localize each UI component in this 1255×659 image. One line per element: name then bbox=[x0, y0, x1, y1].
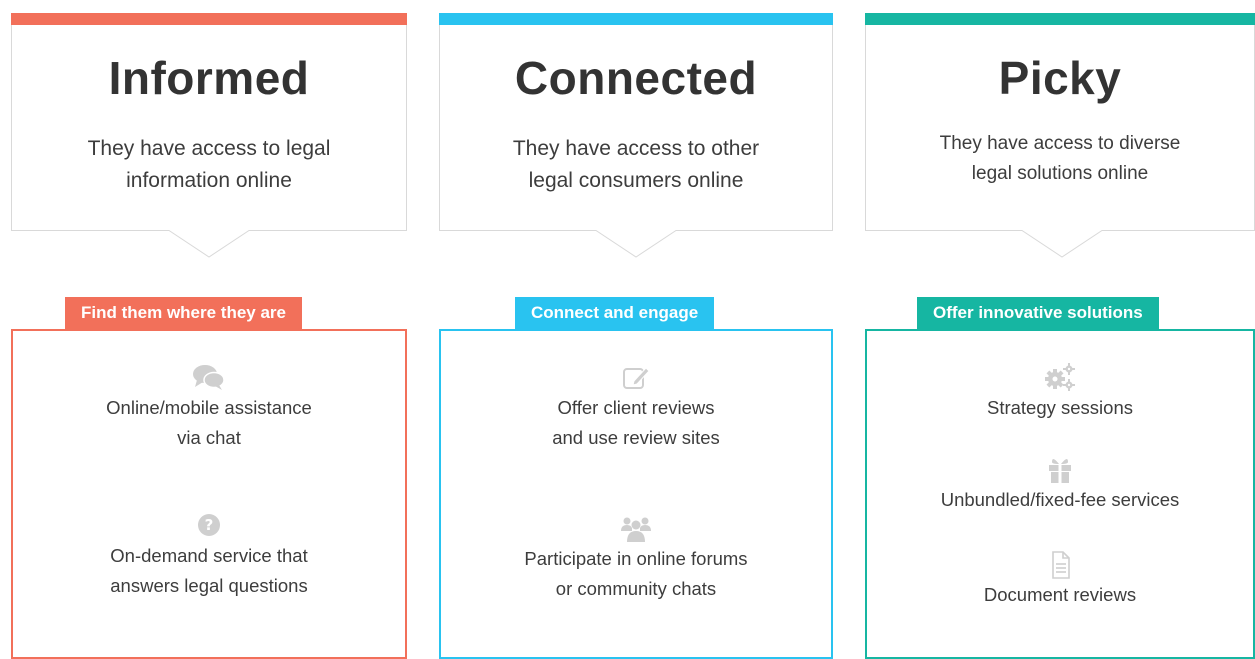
card-title: Informed bbox=[108, 52, 310, 104]
card-title: Connected bbox=[514, 52, 758, 104]
description-line: They have access to legal bbox=[87, 137, 331, 160]
chat-bubbles-icon bbox=[193, 365, 225, 390]
info-card: Picky They have access to diverse legal … bbox=[865, 13, 1255, 258]
description-line: They have access to diverse bbox=[939, 133, 1181, 154]
item-label: via chat bbox=[177, 427, 241, 448]
accent-bar bbox=[11, 13, 407, 25]
item-label: Offer client reviews bbox=[557, 397, 715, 418]
solution-item: Document reviews bbox=[867, 550, 1253, 610]
item-label: Unbundled/fixed-fee services bbox=[940, 489, 1180, 510]
item-label: Online/mobile assistance bbox=[106, 397, 312, 418]
item-label: On-demand service that bbox=[110, 545, 308, 566]
description-line: They have access to other bbox=[512, 137, 760, 160]
gears-icon bbox=[1045, 363, 1075, 391]
card-description: They have access to diverse legal soluti… bbox=[915, 129, 1205, 189]
section-tag: Offer innovative solutions bbox=[917, 297, 1159, 329]
item-label: Strategy sessions bbox=[986, 397, 1133, 418]
solution-item: ? On-demand service that answers legal q… bbox=[13, 511, 405, 601]
svg-text:?: ? bbox=[205, 516, 214, 534]
group-icon bbox=[621, 517, 651, 542]
card-title: Picky bbox=[998, 52, 1122, 104]
item-label: and use review sites bbox=[552, 427, 720, 448]
accent-bar bbox=[439, 13, 833, 25]
item-label: or community chats bbox=[555, 578, 717, 599]
document-icon bbox=[1052, 551, 1070, 579]
item-label: Participate in online forums bbox=[524, 548, 748, 569]
solutions-box: Online/mobile assistance via chat ? On-d… bbox=[11, 329, 407, 659]
solution-item: Participate in online forums or communit… bbox=[441, 514, 831, 604]
question-circle-icon: ? bbox=[198, 514, 220, 536]
solutions-box: Strategy sessions Unbundled/fixed-fee se… bbox=[865, 329, 1255, 659]
solution-item: Unbundled/fixed-fee services bbox=[867, 455, 1253, 515]
description-line: information online bbox=[126, 169, 292, 192]
description-line: legal consumers online bbox=[528, 169, 744, 192]
section-tag: Find them where they are bbox=[65, 297, 302, 329]
card-description: They have access to legal information on… bbox=[41, 133, 377, 197]
card-description: They have access to other legal consumer… bbox=[469, 133, 803, 197]
solution-item: Online/mobile assistance via chat bbox=[13, 363, 405, 453]
section-tag: Connect and engage bbox=[515, 297, 715, 329]
item-label: answers legal questions bbox=[110, 575, 308, 596]
description-line: legal solutions online bbox=[971, 163, 1149, 184]
solution-item: Strategy sessions bbox=[867, 361, 1253, 423]
solution-item: Offer client reviews and use review site… bbox=[441, 363, 831, 453]
accent-bar bbox=[865, 13, 1255, 25]
info-card: Informed They have access to legal infor… bbox=[11, 13, 407, 258]
gift-icon bbox=[1049, 458, 1071, 483]
solutions-box: Offer client reviews and use review site… bbox=[439, 329, 833, 659]
info-card: Connected They have access to other lega… bbox=[439, 13, 833, 258]
item-label: Document reviews bbox=[983, 584, 1137, 605]
edit-icon bbox=[623, 367, 650, 389]
